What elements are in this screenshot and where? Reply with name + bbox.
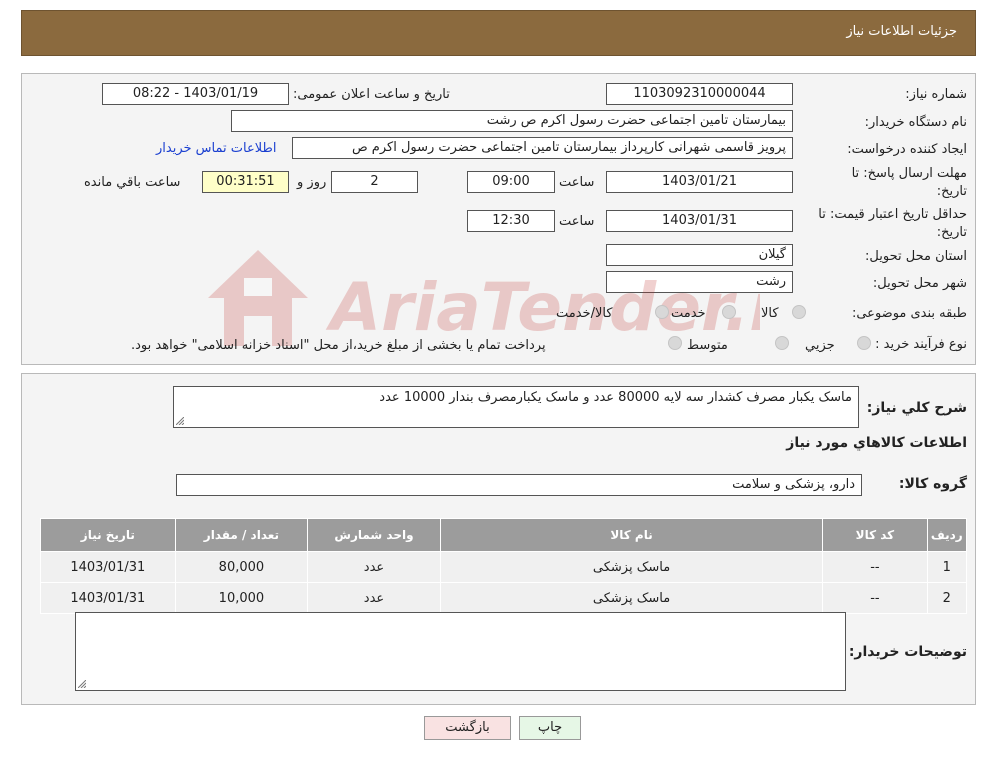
process-radio-medium[interactable] [775,336,789,350]
city-label: شهر محل تحویل: [872,276,967,291]
col-unit: واحد شمارش [307,518,441,552]
category-radio-goods[interactable] [792,305,806,319]
back-button[interactable]: بازگشت [424,716,511,740]
requester-label: ایجاد کننده درخواست: [847,142,967,157]
days-field[interactable]: 2 [331,171,418,193]
days-and-label: روز و [297,175,327,190]
cell-item-code: -- [822,551,928,583]
validity-label-line1: حداقل تاریخ اعتبار قیمت: تا [818,207,967,222]
description-label: شرح کلي نیاز: [866,400,967,416]
goods-info-title: اطلاعات کالاهاي مورد نیاز [786,435,967,451]
process-radio-treasury[interactable] [668,336,682,350]
category-option-goods: کالا [761,306,779,321]
process-radio-minor[interactable] [857,336,871,350]
page-title: جزئیات اطلاعات نیاز [846,24,957,39]
cell-row-number: 2 [926,582,968,614]
buyer-org-label: نام دستگاه خریدار: [864,115,967,130]
validity-time-field[interactable]: 12:30 [467,210,555,232]
cell-item-name: ماسک پزشکی [439,582,824,614]
goods-group-label: گروه کالا: [898,476,967,492]
process-option-medium: متوسط [687,338,728,353]
buyer-notes-resize-grip[interactable] [78,680,86,688]
city-field[interactable]: رشت [606,271,793,293]
province-field[interactable]: گیلان [606,244,793,266]
validity-time-label: ساعت [559,214,595,229]
province-label: استان محل تحویل: [865,249,967,264]
col-row-number: ردیف [926,518,968,552]
deadline-time-field[interactable]: 09:00 [467,171,555,193]
requester-field[interactable]: پرویز قاسمی شهرانی کارپرداز بیمارستان تا… [292,137,793,159]
validity-date-field[interactable]: 1403/01/31 [606,210,793,232]
deadline-label-line1: مهلت ارسال پاسخ: تا [851,166,967,181]
col-need-date: تاریخ نیاز [40,518,176,552]
page-header: جزئیات اطلاعات نیاز [21,10,976,56]
print-button[interactable]: چاپ [519,716,581,740]
cell-need-date: 1403/01/31 [40,551,176,583]
process-option-minor: جزیي [805,338,835,353]
deadline-time-label: ساعت [559,175,595,190]
cell-quantity: 80,000 [174,551,309,583]
category-label: طبقه بندی موضوعی: [851,306,967,321]
category-option-service: خدمت [671,306,706,321]
col-item-name: نام کالا [439,518,824,552]
cell-item-name: ماسک پزشکی [439,551,824,583]
goods-table-header-row: ردیف کد کالا نام کالا واحد شمارش تعداد /… [40,518,968,552]
cell-need-date: 1403/01/31 [40,582,176,614]
goods-group-field[interactable]: دارو، پزشکی و سلامت [176,474,862,496]
table-row: 1 -- ماسک پزشکی عدد 80,000 1403/01/31 [40,551,968,583]
deadline-date-field[interactable]: 1403/01/21 [606,171,793,193]
need-number-field[interactable]: 1103092310000044 [606,83,793,105]
category-radio-goods-service[interactable] [655,305,669,319]
deadline-label-line2: تاریخ: [936,184,967,199]
col-quantity: تعداد / مقدار [174,518,309,552]
buyer-org-field[interactable]: بیمارستان تامین اجتماعی حضرت رسول اکرم ص… [231,110,793,132]
category-option-goods-service: کالا/خدمت [556,306,613,321]
need-number-label: شماره نیاز: [905,87,967,102]
buyer-contact-link[interactable]: اطلاعات تماس خریدار [156,141,276,156]
category-radio-service[interactable] [722,305,736,319]
announce-label: تاریخ و ساعت اعلان عمومی: [293,87,450,102]
cell-item-code: -- [822,582,928,614]
cell-quantity: 10,000 [174,582,309,614]
validity-label-line2: تاریخ: [936,225,967,240]
description-resize-grip[interactable] [176,417,184,425]
process-label: نوع فرآیند خرید : [875,337,967,352]
remaining-time-field: 00:31:51 [202,171,289,193]
cell-unit: عدد [307,582,441,614]
goods-table: ردیف کد کالا نام کالا واحد شمارش تعداد /… [40,518,968,614]
table-row: 2 -- ماسک پزشکی عدد 10,000 1403/01/31 [40,582,968,614]
remaining-label: ساعت باقي مانده [84,175,181,190]
cell-row-number: 1 [926,551,968,583]
buyer-notes-textarea[interactable] [75,612,846,691]
buyer-notes-label: توضیحات خریدار: [848,644,967,660]
process-note: پرداخت تمام یا بخشی از مبلغ خرید،از محل … [131,338,546,353]
description-text: ماسک یکبار مصرف کشدار سه لایه 80000 عدد … [379,390,852,405]
cell-unit: عدد [307,551,441,583]
description-textarea[interactable]: ماسک یکبار مصرف کشدار سه لایه 80000 عدد … [173,386,859,428]
announce-field[interactable]: 1403/01/19 - 08:22 [102,83,289,105]
col-item-code: کد کالا [822,518,928,552]
